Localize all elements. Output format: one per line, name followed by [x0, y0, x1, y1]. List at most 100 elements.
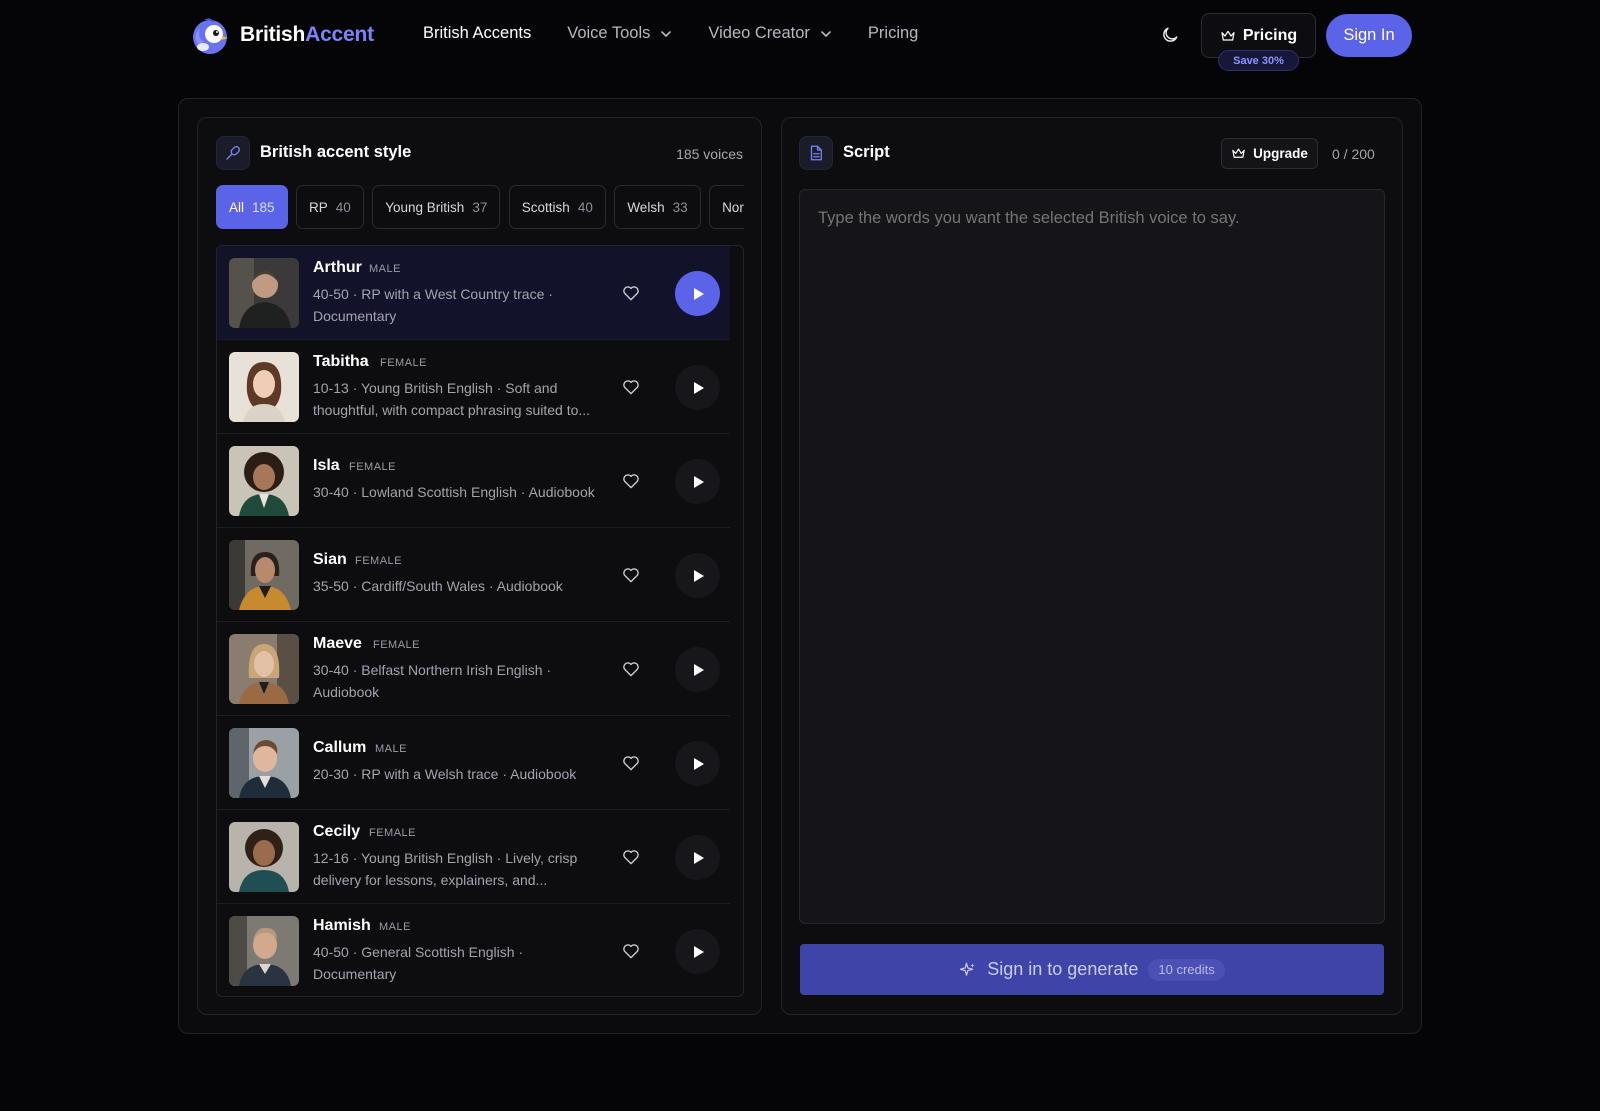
heart-icon[interactable]	[621, 283, 641, 303]
chevron-down-icon	[821, 30, 831, 37]
voice-name: Arthur	[313, 259, 362, 276]
upgrade-button[interactable]: Upgrade	[1221, 138, 1318, 169]
play-button[interactable]	[675, 553, 720, 598]
voice-row[interactable]: Sian FEMALE 35-50 · Cardiff/South Wales …	[217, 528, 730, 622]
chip-count: 40	[335, 199, 351, 215]
play-button[interactable]	[675, 741, 720, 786]
brand-logo[interactable]: BritishAccent	[188, 14, 374, 56]
avatar	[229, 258, 299, 328]
heart-icon[interactable]	[621, 471, 641, 491]
upgrade-label: Upgrade	[1253, 146, 1308, 161]
brand-name-part2: Accent	[305, 23, 374, 46]
heart-icon[interactable]	[621, 753, 641, 773]
accent-filter-chips: All 185 RP 40 Young British 37 Scottish 40 W…	[216, 185, 744, 231]
sign-in-button[interactable]: Sign In	[1326, 14, 1412, 57]
voice-row[interactable]: Isla FEMALE 30-40 · Lowland Scottish Eng…	[217, 434, 730, 528]
credits-badge: 10 credits	[1148, 958, 1225, 981]
avatar	[229, 728, 299, 798]
voice-description: 30-40 · Lowland Scottish English · Audio…	[313, 481, 633, 503]
document-icon	[799, 136, 833, 170]
script-input[interactable]	[799, 189, 1385, 924]
play-icon	[693, 475, 704, 488]
nav-pricing[interactable]: Pricing	[868, 24, 918, 43]
nav-video-creator[interactable]: Video Creator	[708, 24, 832, 43]
chip-count: 33	[672, 199, 688, 215]
chip-count: 185	[252, 199, 275, 215]
chip-label: Nor	[722, 199, 744, 215]
voice-gender: FEMALE	[355, 555, 403, 567]
avatar	[229, 540, 299, 610]
nav-label: Video Creator	[708, 24, 810, 42]
voice-name: Hamish	[313, 917, 371, 934]
crown-icon	[1221, 30, 1235, 41]
chip-count: 40	[577, 199, 593, 215]
play-button[interactable]	[675, 365, 720, 410]
voice-row[interactable]: Arthur MALE 40-50 · RP with a West Count…	[217, 246, 730, 340]
voice-description: 20-30 · RP with a Welsh trace · Audioboo…	[313, 763, 613, 785]
chevron-down-icon	[661, 30, 672, 37]
heart-icon[interactable]	[621, 565, 641, 585]
voice-desc-line: 10-13 · Young British English · Soft and	[313, 380, 558, 396]
voice-name: Tabitha	[313, 353, 369, 370]
voice-description: 40-50 · RP with a West Country trace · Do…	[313, 283, 613, 327]
voice-desc-line: Documentary	[313, 308, 397, 324]
voice-description: 40-50 · General Scottish English · Docume…	[313, 941, 613, 985]
voice-description: 12-16 · Young British English · Lively, …	[313, 847, 613, 891]
voice-gender: MALE	[379, 921, 411, 933]
play-button[interactable]	[675, 271, 720, 316]
moon-icon	[1163, 27, 1178, 42]
voice-row[interactable]: Maeve FEMALE 30-40 · Belfast Northern Ir…	[217, 622, 730, 716]
filter-chip-all[interactable]: All 185	[216, 185, 288, 229]
filter-chip-rp[interactable]: RP 40	[296, 185, 364, 229]
chip-label: Welsh	[627, 199, 665, 215]
avatar	[229, 352, 299, 422]
voice-row[interactable]: Cecily FEMALE 12-16 · Young British Engl…	[217, 810, 730, 904]
nav-label: Pricing	[867, 24, 919, 42]
filter-chip-scottish[interactable]: Scottish 40	[508, 185, 606, 229]
nav-british-accents[interactable]: British Accents	[423, 24, 531, 43]
filter-chip-young-british[interactable]: Young British 37	[372, 185, 501, 229]
avatar	[229, 634, 299, 704]
voice-list: Arthur MALE 40-50 · RP with a West Count…	[216, 245, 744, 997]
chip-label: Scottish	[521, 199, 570, 215]
voice-desc-line: 40-50 · General Scottish English ·	[313, 944, 524, 960]
save-badge: Save 30%	[1218, 50, 1299, 71]
microphone-icon	[216, 136, 250, 170]
voice-gender: FEMALE	[380, 357, 428, 369]
play-icon	[693, 569, 704, 582]
theme-toggle-button[interactable]	[1158, 23, 1182, 47]
voice-desc-line: 20-30 · RP with a Welsh trace · Audioboo…	[313, 766, 577, 782]
voice-row[interactable]: Tabitha FEMALE 10-13 · Young British Eng…	[217, 340, 730, 434]
voice-gender: MALE	[375, 743, 407, 755]
play-button[interactable]	[675, 459, 720, 504]
nav-label: British Accents	[423, 24, 532, 42]
heart-icon[interactable]	[621, 847, 641, 867]
voice-row[interactable]: Hamish MALE 40-50 · General Scottish Eng…	[217, 904, 730, 996]
voice-name: Callum	[313, 739, 367, 756]
heart-icon[interactable]	[621, 659, 641, 679]
brand-name: BritishAccent	[240, 23, 374, 47]
play-button[interactable]	[675, 835, 720, 880]
heart-icon[interactable]	[621, 941, 641, 961]
nav-label: Voice Tools	[567, 24, 651, 42]
character-count: 0 / 200	[1332, 146, 1375, 162]
voice-name: Sian	[313, 551, 347, 568]
voice-description: 35-50 · Cardiff/South Wales · Audiobook	[313, 575, 613, 597]
play-icon	[693, 757, 704, 770]
chip-label: All	[229, 199, 245, 215]
main-nav: British Accents Voice Tools Video Creato…	[423, 24, 954, 43]
play-button[interactable]	[675, 929, 720, 974]
play-icon	[693, 381, 704, 394]
generate-button[interactable]: Sign in to generate 10 credits	[800, 944, 1384, 995]
voice-row[interactable]: Callum MALE 20-30 · RP with a Welsh trac…	[217, 716, 730, 810]
voice-desc-line: 40-50 · RP with a West Country trace ·	[313, 286, 553, 302]
heart-icon[interactable]	[621, 377, 641, 397]
avatar	[229, 916, 299, 986]
play-button[interactable]	[675, 647, 720, 692]
voice-desc-line: thoughtful, with compact phrasing suited…	[313, 402, 591, 418]
filter-chip-northern[interactable]: Nor	[709, 185, 744, 229]
nav-voice-tools[interactable]: Voice Tools	[567, 24, 672, 43]
voice-desc-line: 30-40 · Lowland Scottish English · Audio…	[313, 484, 595, 500]
play-icon	[693, 663, 704, 676]
filter-chip-welsh[interactable]: Welsh 33	[614, 185, 701, 229]
